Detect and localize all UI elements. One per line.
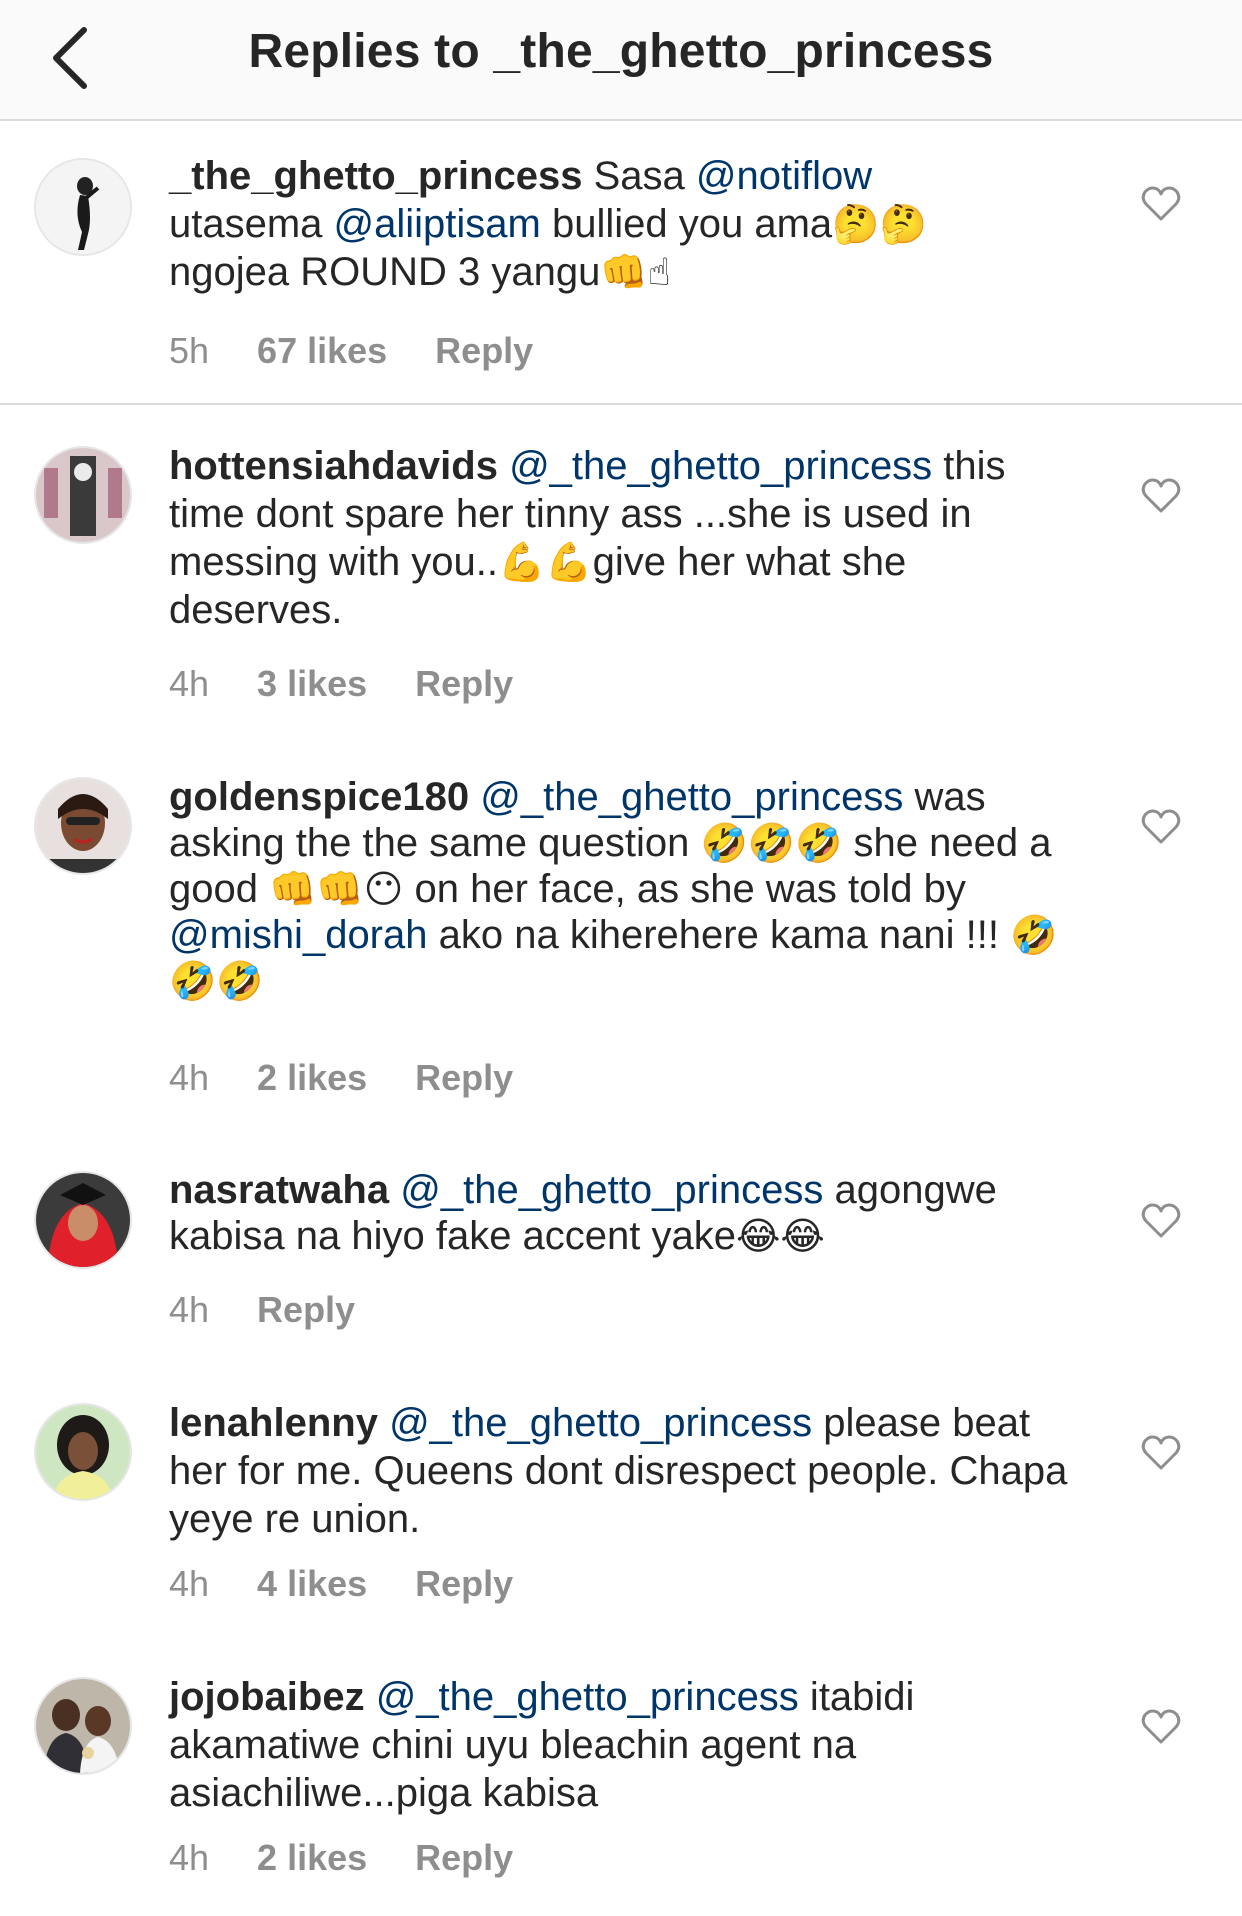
comment-text-part: bullied you ama xyxy=(540,202,833,246)
comment-text-part xyxy=(365,1675,376,1719)
comment-username[interactable]: nasratwaha xyxy=(169,1168,389,1212)
likes-count[interactable]: 67 likes xyxy=(257,330,387,371)
avatar[interactable] xyxy=(36,1405,130,1499)
comment-meta: 4h 2 likes Reply xyxy=(169,1837,561,1879)
comment-meta: 4h 4 likes Reply xyxy=(169,1563,561,1605)
comment-text-part xyxy=(378,1401,389,1445)
heart-icon xyxy=(1141,1203,1181,1238)
comment-timestamp: 4h xyxy=(169,1289,210,1330)
mention-link[interactable]: @_the_ghetto_princess xyxy=(376,1675,799,1719)
heart-icon xyxy=(1141,809,1181,844)
comment-text: goldenspice180 @_the_ghetto_princess was… xyxy=(169,774,1089,1004)
comment-timestamp: 4h xyxy=(169,1837,210,1878)
comment-text: jojobaibez @_the_ghetto_princess itabidi… xyxy=(169,1673,1089,1817)
comment-text: _the_ghetto_princess Sasa @notiflow utas… xyxy=(169,152,1089,296)
avatar[interactable] xyxy=(36,160,130,254)
like-button[interactable] xyxy=(1141,186,1181,222)
mention-link[interactable]: @_the_ghetto_princess xyxy=(480,775,903,819)
comment-text-part xyxy=(389,1168,400,1212)
comment-timestamp: 4h xyxy=(169,1563,210,1604)
avatar[interactable] xyxy=(36,1173,130,1267)
top-nav-bar: Replies to _the_ghetto_princess xyxy=(0,0,1242,121)
avatar-image xyxy=(36,1405,130,1499)
comment-text-part xyxy=(469,775,480,819)
reply-button[interactable]: Reply xyxy=(435,330,533,371)
mention-link[interactable]: @_the_ghetto_princess xyxy=(400,1168,823,1212)
avatar-image xyxy=(36,1173,130,1267)
avatar[interactable] xyxy=(36,779,130,873)
mention-link[interactable]: @notiflow xyxy=(696,154,872,198)
comment-meta: 4h 2 likes Reply xyxy=(169,1057,561,1099)
heart-icon xyxy=(1141,1709,1181,1744)
like-button[interactable] xyxy=(1141,1709,1181,1745)
heart-icon xyxy=(1141,186,1181,221)
likes-count[interactable]: 2 likes xyxy=(257,1837,367,1878)
comment-username[interactable]: jojobaibez xyxy=(169,1675,365,1719)
like-button[interactable] xyxy=(1141,1435,1181,1471)
mention-link[interactable]: @mishi_dorah xyxy=(169,913,428,957)
comment-text-part: on her face, as she was told by xyxy=(403,867,966,911)
reply-button[interactable]: Reply xyxy=(257,1289,355,1330)
thinking-emoji: 🤔🤔 xyxy=(832,202,927,246)
comment-meta: 4h Reply xyxy=(169,1289,403,1331)
comment-username[interactable]: goldenspice180 xyxy=(169,775,469,819)
mention-link[interactable]: @_the_ghetto_princess xyxy=(509,444,932,488)
comment-username[interactable]: _the_ghetto_princess xyxy=(169,154,582,198)
comment-username[interactable]: lenahlenny xyxy=(169,1401,378,1445)
avatar[interactable] xyxy=(36,448,130,542)
reply-button[interactable]: Reply xyxy=(415,1563,513,1604)
comment-username[interactable]: hottensiahdavids xyxy=(169,444,498,488)
comment-text-part: ako na kiherehere kama nani !!! xyxy=(427,913,1011,957)
likes-count[interactable]: 2 likes xyxy=(257,1057,367,1098)
comment-text: lenahlenny @_the_ghetto_princess please … xyxy=(169,1399,1089,1543)
reply-button[interactable]: Reply xyxy=(415,1837,513,1878)
avatar-image xyxy=(36,448,130,542)
page-title: Replies to _the_ghetto_princess xyxy=(248,25,994,78)
avatar-image xyxy=(36,160,130,254)
comment-text-part xyxy=(498,444,509,488)
like-button[interactable] xyxy=(1141,1203,1181,1239)
fist-emoji: 👊👊😶 xyxy=(269,867,404,911)
flexed-biceps-emoji: 💪💪 xyxy=(498,540,593,584)
comment-timestamp: 4h xyxy=(169,663,210,704)
tears-of-joy-emoji: 😂😂 xyxy=(736,1214,825,1258)
heart-icon xyxy=(1141,1435,1181,1470)
mention-link[interactable]: @aliiptisam xyxy=(334,202,541,246)
avatar-image xyxy=(36,1679,130,1773)
comment-text-part: Sasa xyxy=(582,154,696,198)
heart-icon xyxy=(1141,478,1181,513)
avatar[interactable] xyxy=(36,1679,130,1773)
like-button[interactable] xyxy=(1141,478,1181,514)
likes-count[interactable]: 3 likes xyxy=(257,663,367,704)
comment-meta: 4h 3 likes Reply xyxy=(169,663,561,705)
likes-count[interactable]: 4 likes xyxy=(257,1563,367,1604)
comment-timestamp: 4h xyxy=(169,1057,210,1098)
fist-pointing-emoji: 👊☝ xyxy=(600,250,671,294)
mention-link[interactable]: @_the_ghetto_princess xyxy=(389,1401,812,1445)
comment-timestamp: 5h xyxy=(169,330,210,371)
like-button[interactable] xyxy=(1141,809,1181,845)
comment-text-part: ngojea ROUND 3 yangu xyxy=(169,250,601,294)
comment-text: nasratwaha @_the_ghetto_princess agongwe… xyxy=(169,1167,1089,1259)
rofl-emoji: 🤣🤣🤣 xyxy=(700,821,843,865)
comment-text-part: utasema xyxy=(169,202,334,246)
reply-button[interactable]: Reply xyxy=(415,663,513,704)
divider xyxy=(0,403,1242,405)
reply-button[interactable]: Reply xyxy=(415,1057,513,1098)
comment-text: hottensiahdavids @_the_ghetto_princess t… xyxy=(169,442,1089,634)
comment-meta: 5h 67 likes Reply xyxy=(169,330,581,372)
avatar-image xyxy=(36,779,130,873)
